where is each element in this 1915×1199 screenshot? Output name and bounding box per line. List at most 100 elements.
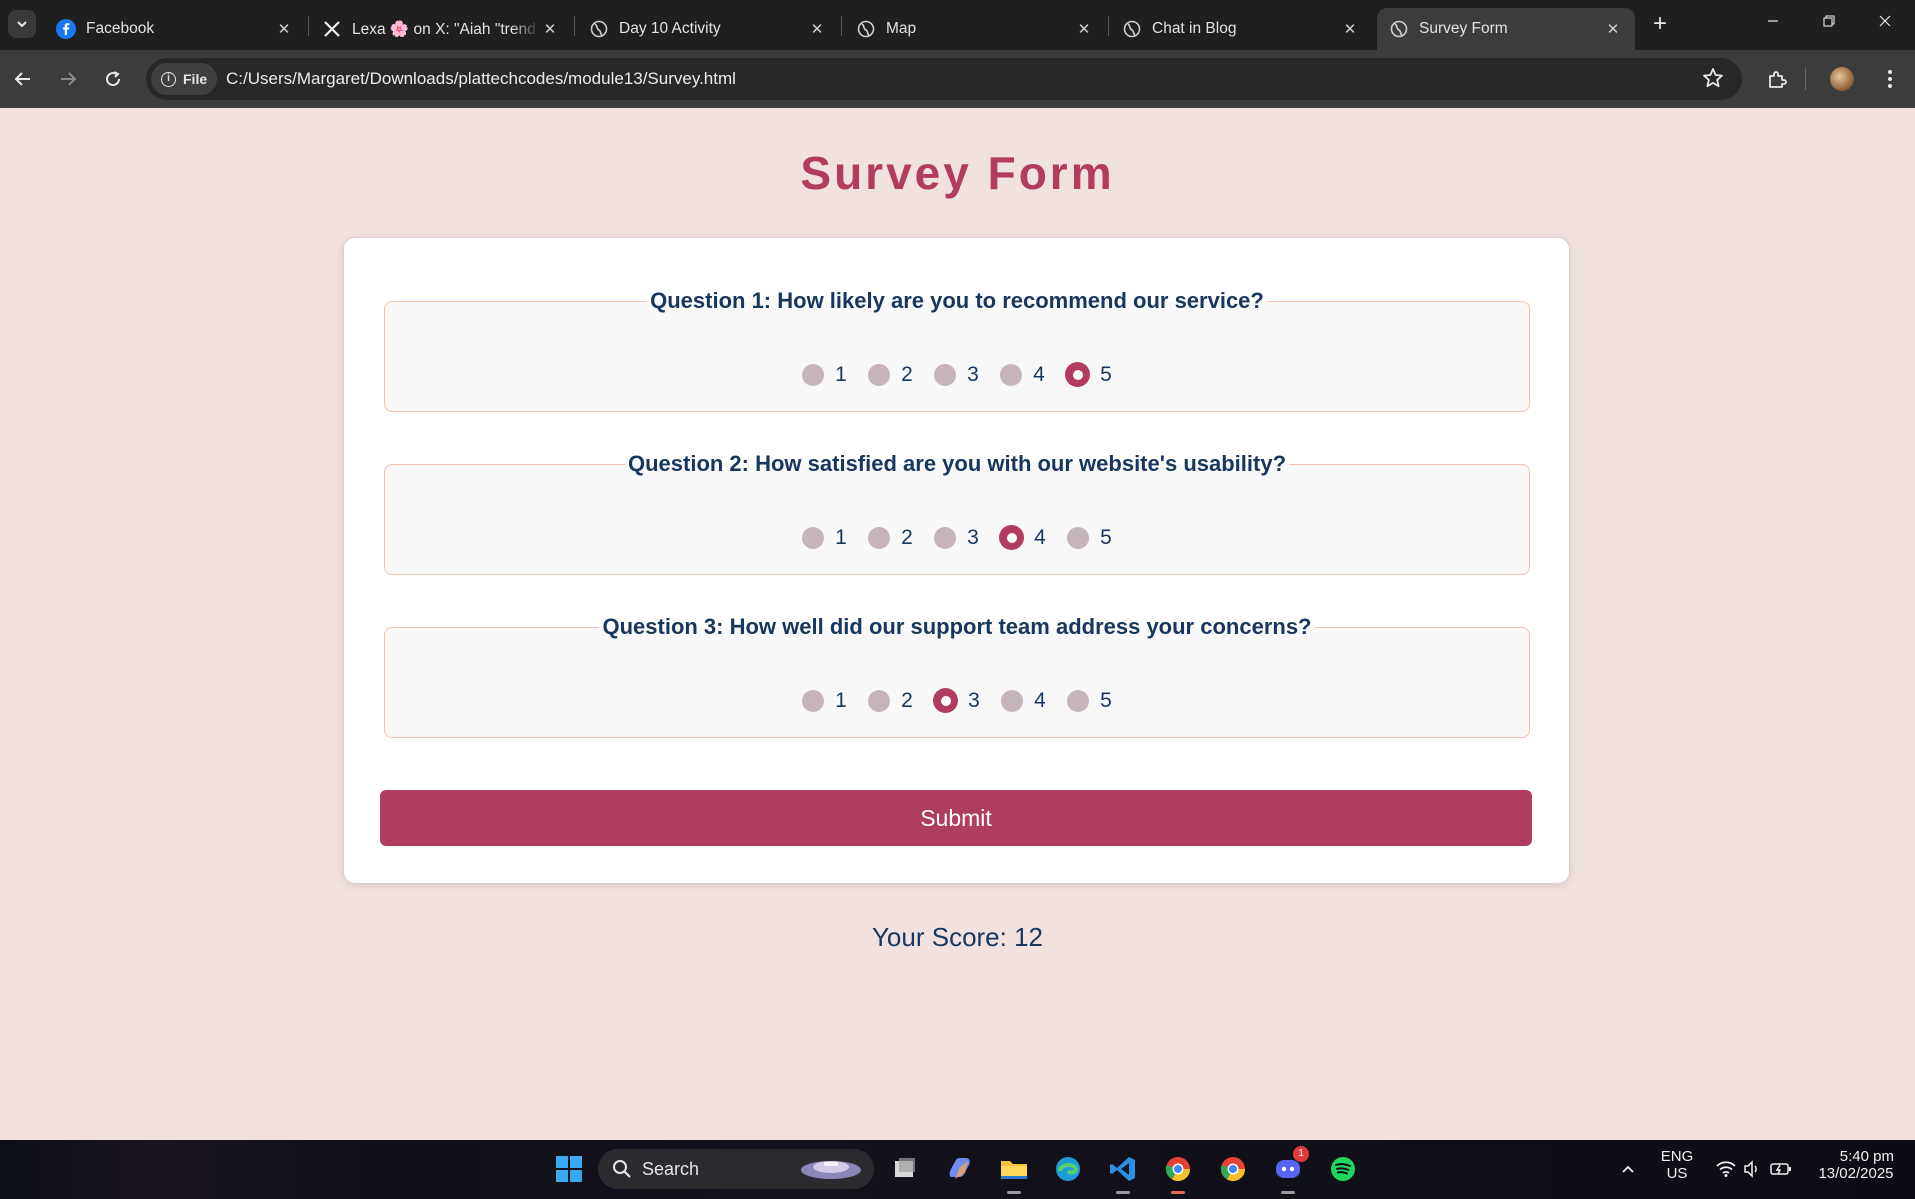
system-tray-status[interactable]	[1706, 1150, 1802, 1188]
close-tab-icon[interactable]: ✕	[274, 20, 294, 38]
radio-button[interactable]	[802, 526, 825, 549]
language-indicator[interactable]: ENG US	[1652, 1148, 1702, 1182]
clock[interactable]: 5:40 pm 13/02/2025	[1804, 1148, 1908, 1182]
profile-button[interactable]	[1827, 64, 1857, 94]
back-button[interactable]	[8, 64, 38, 94]
radio-button-selected[interactable]	[999, 525, 1025, 550]
chrome-app[interactable]	[1214, 1150, 1252, 1188]
forward-button[interactable]	[53, 64, 83, 94]
start-button[interactable]	[550, 1150, 588, 1188]
extensions-button[interactable]	[1762, 64, 1792, 94]
close-tab-icon[interactable]: ✕	[1340, 20, 1360, 38]
survey-card: Question 1: How likely are you to recomm…	[343, 237, 1570, 884]
option-3[interactable]: 3	[933, 688, 1001, 713]
tab-facebook[interactable]: Facebook ✕	[44, 8, 306, 50]
close-tab-icon[interactable]: ✕	[1074, 20, 1094, 38]
radio-button[interactable]	[1067, 526, 1090, 549]
option-label: 5	[1100, 525, 1112, 549]
edge-app[interactable]	[1049, 1150, 1087, 1188]
tab-x[interactable]: Lexa 🌸 on X: "Aiah "trend ✕	[310, 8, 572, 50]
region-label: US	[1666, 1165, 1688, 1182]
option-label: 3	[967, 525, 979, 549]
option-label: 2	[901, 362, 913, 386]
close-tab-icon[interactable]: ✕	[540, 20, 560, 38]
reload-button[interactable]	[98, 64, 128, 94]
close-window-button[interactable]	[1862, 8, 1908, 38]
option-5[interactable]: 5	[1067, 526, 1112, 550]
restore-icon	[1823, 15, 1835, 27]
tab-map[interactable]: Map ✕	[844, 8, 1106, 50]
globe-icon	[856, 19, 876, 39]
option-3[interactable]: 3	[934, 526, 1000, 550]
option-1[interactable]: 1	[802, 363, 868, 387]
url-text[interactable]: C:/Users/Margaret/Downloads/plattechcode…	[226, 58, 736, 100]
option-2[interactable]: 2	[868, 526, 934, 550]
radio-button-selected[interactable]	[933, 688, 959, 713]
radio-button[interactable]	[868, 526, 891, 549]
tab-divider	[1108, 16, 1109, 36]
file-explorer-app[interactable]	[995, 1150, 1033, 1194]
radio-button[interactable]	[868, 689, 891, 712]
address-bar[interactable]: i File C:/Users/Margaret/Downloads/platt…	[146, 58, 1742, 100]
site-chip-label: File	[183, 71, 208, 87]
tab-day-10-activity[interactable]: Day 10 Activity ✕	[577, 8, 839, 50]
option-5[interactable]: 5	[1067, 689, 1112, 713]
task-view-button[interactable]	[886, 1150, 924, 1188]
question-1-options: 1 2 3 4 5	[385, 362, 1529, 387]
radio-button[interactable]	[802, 689, 825, 712]
taskbar-search[interactable]: Search	[598, 1149, 874, 1189]
radio-button[interactable]	[934, 363, 957, 386]
option-3[interactable]: 3	[934, 363, 1000, 387]
tab-title: Chat in Blog	[1152, 20, 1237, 37]
radio-button[interactable]	[1067, 689, 1090, 712]
tab-chat-in-blog[interactable]: Chat in Blog ✕	[1110, 8, 1372, 50]
tab-survey-form[interactable]: Survey Form ✕	[1377, 8, 1635, 50]
minimize-button[interactable]	[1750, 8, 1796, 38]
copilot-app[interactable]	[941, 1150, 979, 1188]
question-1: Question 1: How likely are you to recomm…	[384, 288, 1530, 412]
new-tab-button[interactable]: +	[1647, 12, 1673, 38]
question-1-legend: Question 1: How likely are you to recomm…	[650, 288, 1264, 313]
globe-icon	[1389, 19, 1409, 39]
running-indicator	[1007, 1191, 1021, 1194]
close-tab-icon[interactable]: ✕	[807, 20, 827, 38]
radio-button[interactable]	[934, 526, 957, 549]
site-info-chip[interactable]: i File	[151, 63, 218, 95]
option-5[interactable]: 5	[1065, 362, 1112, 387]
option-4[interactable]: 4	[1000, 363, 1066, 387]
radio-button[interactable]	[1000, 363, 1023, 386]
radio-button[interactable]	[802, 363, 825, 386]
radio-button[interactable]	[1001, 689, 1024, 712]
radio-button-selected[interactable]	[1065, 362, 1091, 387]
show-hidden-icons-button[interactable]	[1610, 1150, 1646, 1188]
tab-title: Lexa 🌸 on X: "Aiah "trend	[352, 20, 536, 38]
copilot-icon	[949, 1158, 970, 1179]
close-tab-icon[interactable]: ✕	[1603, 20, 1623, 38]
option-label: 3	[968, 688, 980, 712]
running-indicator	[1281, 1191, 1295, 1194]
vscode-app[interactable]	[1104, 1150, 1142, 1194]
bookmark-star-icon[interactable]	[1702, 67, 1726, 91]
option-1[interactable]: 1	[802, 526, 868, 550]
question-3-legend: Question 3: How well did our support tea…	[602, 614, 1312, 639]
radio-button[interactable]	[868, 363, 891, 386]
discord-app[interactable]: 1	[1269, 1146, 1309, 1194]
close-icon	[1879, 15, 1891, 27]
option-4[interactable]: 4	[999, 525, 1067, 550]
option-2[interactable]: 2	[868, 363, 934, 387]
reload-icon	[106, 71, 121, 87]
folder-icon	[1001, 1161, 1027, 1179]
spotify-icon	[1331, 1157, 1355, 1181]
globe-icon	[589, 19, 609, 39]
submit-button[interactable]: Submit	[380, 790, 1532, 846]
option-label: 2	[901, 688, 913, 712]
browser-menu-button[interactable]	[1875, 64, 1905, 94]
spotify-app[interactable]	[1324, 1150, 1362, 1188]
tab-search-button[interactable]	[8, 10, 36, 38]
option-label: 2	[901, 525, 913, 549]
option-1[interactable]: 1	[802, 689, 868, 713]
chrome-profile-app[interactable]	[1159, 1150, 1197, 1194]
restore-button[interactable]	[1806, 8, 1852, 38]
option-4[interactable]: 4	[1001, 689, 1067, 713]
option-2[interactable]: 2	[868, 689, 934, 713]
